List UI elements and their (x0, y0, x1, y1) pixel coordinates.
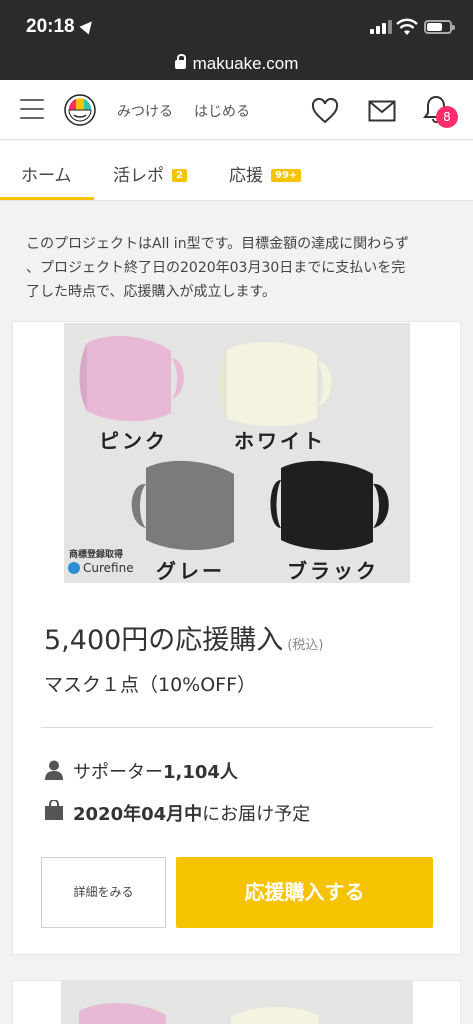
status-bar: 20:18 (0, 10, 473, 40)
mail-icon[interactable] (368, 100, 396, 122)
tab-support-badge: 99+ (271, 169, 302, 182)
buy-button[interactable]: 応援購入する (176, 857, 433, 928)
reward-card-next (12, 980, 461, 1024)
all-in-notice: このプロジェクトはAll in型です。目標金額の達成に関わらず 、プロジェクト終… (26, 232, 456, 304)
reward-description: マスク１点（10%OFF） (44, 674, 257, 696)
delivery-date: 2020年04月中 (73, 804, 203, 825)
notice-line: このプロジェクトはAll in型です。目標金額の達成に関わらず (26, 236, 409, 252)
notice-line: 了した時点で、応援購入が成立します。 (26, 284, 277, 300)
black-mask-image (270, 460, 389, 551)
tab-home[interactable]: ホーム (21, 161, 72, 186)
tab-reports[interactable]: 活レポ 2 (113, 161, 187, 186)
white-mask-image (219, 342, 332, 427)
pink-mask-image (79, 336, 184, 422)
browser-chrome: 20:18 makuake.com (0, 0, 473, 80)
tab-reports-label: 活レポ (113, 166, 164, 186)
gray-mask-image (131, 460, 234, 551)
supporters-count: サポーター1,104人 (73, 758, 238, 784)
product-image[interactable]: ピンク ホワイト グレー ブラック 商標登録取得 Curefine (64, 323, 410, 583)
notice-line: 、プロジェクト終了日の2020年03月30日までに支払いを完 (26, 260, 406, 276)
status-time: 20:18 (26, 16, 75, 37)
mask-label-pink: ピンク (99, 429, 168, 453)
divider (41, 727, 433, 728)
curefine-logo-icon (68, 562, 80, 574)
curefine-brand: Curefine (68, 561, 134, 575)
address-bar[interactable]: makuake.com (0, 54, 473, 74)
reward-price: 5,400円の応援購入 (税込) (44, 618, 323, 657)
lock-icon (174, 54, 186, 69)
location-arrow-icon (79, 17, 97, 35)
supporters-number: 1,104人 (163, 762, 238, 783)
delivery-suffix: にお届け予定 (202, 804, 311, 825)
nav-discover-link[interactable]: みつける (117, 101, 173, 121)
tab-reports-badge: 2 (172, 169, 187, 182)
supporters-label: サポーター (73, 762, 163, 783)
menu-icon[interactable] (20, 99, 44, 119)
mask-preview-image (79, 1003, 319, 1024)
tab-support[interactable]: 応援 99+ (229, 161, 302, 186)
mask-label-white: ホワイト (234, 429, 326, 453)
active-tab-indicator (0, 197, 94, 200)
cellular-signal-icon (370, 20, 392, 34)
person-icon (45, 760, 63, 780)
mask-label-black: ブラック (287, 559, 379, 583)
url-text: makuake.com (192, 54, 299, 73)
trademark-text: 商標登録取得 (69, 550, 124, 560)
battery-icon (424, 20, 455, 34)
nav-start-link[interactable]: はじめる (194, 101, 250, 121)
notification-badge: 8 (436, 106, 458, 128)
tab-bar: ホーム 活レポ 2 応援 99+ (0, 141, 473, 201)
wifi-icon (396, 18, 418, 35)
delivery-schedule: 2020年04月中にお届け予定 (73, 800, 310, 826)
heart-icon[interactable] (311, 98, 339, 124)
product-image-next[interactable] (61, 981, 413, 1024)
tab-home-label: ホーム (21, 166, 72, 186)
makuake-logo[interactable] (64, 94, 96, 126)
reward-card: ピンク ホワイト グレー ブラック 商標登録取得 Curefine 5,400円… (12, 321, 461, 955)
mask-label-gray: グレー (156, 559, 225, 583)
tab-support-label: 応援 (229, 166, 263, 186)
site-header: みつける はじめる 8 (0, 80, 473, 140)
curefine-brand-text: Curefine (83, 561, 134, 575)
reward-price-text: 5,400円の応援購入 (44, 625, 284, 656)
tax-note: (税込) (287, 638, 324, 653)
shopping-bag-icon (45, 800, 63, 820)
details-button[interactable]: 詳細をみる (41, 857, 166, 928)
